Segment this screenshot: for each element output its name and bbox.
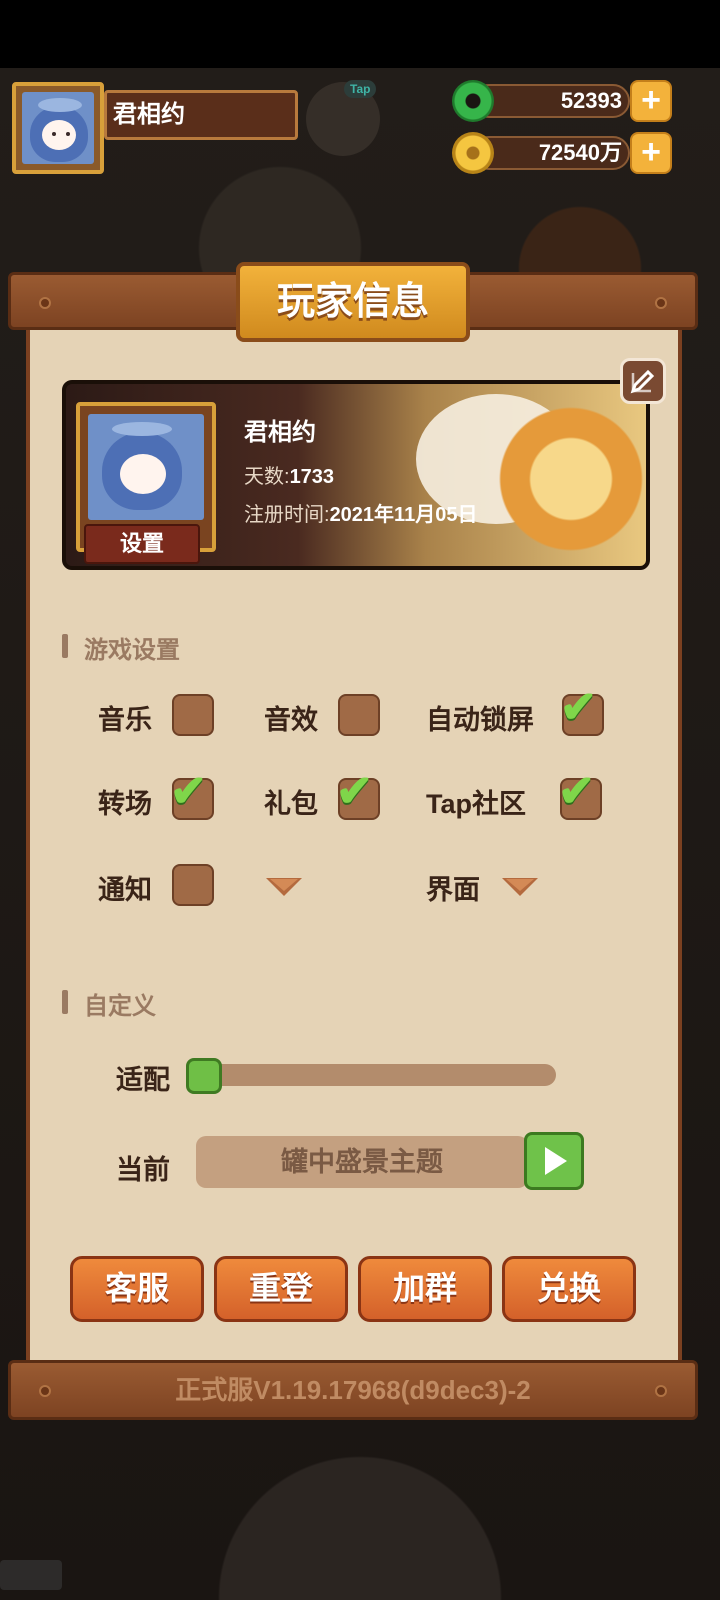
panel-footer-plank: 正式服V1.19.17968(d9dec3)-2 <box>8 1360 698 1420</box>
jade-amount: 52393 <box>560 88 622 113</box>
status-bar-area <box>0 0 720 68</box>
player-name: 君相约 <box>104 90 298 140</box>
play-icon[interactable] <box>524 1132 584 1190</box>
register-date: 2021年11月05日 <box>329 504 478 526</box>
coin-currency: 72540万 + <box>452 132 672 174</box>
days-value: 1733 <box>289 466 335 488</box>
player-avatar[interactable] <box>12 82 104 174</box>
redeem-button[interactable]: 兑换 <box>502 1256 636 1322</box>
game-settings-title: 游戏设置 <box>62 630 180 665</box>
fit-slider-track[interactable] <box>196 1064 556 1086</box>
notify-dropdown-icon[interactable] <box>266 878 302 896</box>
option-transition-label: 转场 <box>98 789 152 819</box>
notify-checkbox[interactable] <box>172 864 214 906</box>
join-group-button[interactable]: 加群 <box>358 1256 492 1322</box>
register-time: 注册时间:2021年11月05日 <box>244 504 478 526</box>
fit-label: 适配 <box>116 1065 170 1095</box>
avatar-image <box>22 92 94 164</box>
jade-icon <box>452 80 494 122</box>
option-music-label: 音乐 <box>98 705 152 735</box>
sfx-checkbox[interactable] <box>338 694 380 736</box>
card-player-name: 君相约 <box>244 419 316 446</box>
fit-slider-thumb[interactable] <box>186 1058 222 1094</box>
custom-title: 自定义 <box>62 986 156 1021</box>
transition-checkbox[interactable]: ✔ <box>170 767 214 820</box>
interface-dropdown-icon[interactable] <box>502 878 538 896</box>
avatar-settings-button[interactable]: 设置 <box>84 524 200 564</box>
relogin-button[interactable]: 重登 <box>214 1256 348 1322</box>
mooncake-illustration <box>496 404 646 554</box>
coin-amount: 72540万 <box>538 140 622 165</box>
jade-currency: 52393 + <box>452 80 672 122</box>
check-icon: ✔ <box>558 767 595 816</box>
current-label: 当前 <box>116 1155 170 1185</box>
option-sfx-label: 音效 <box>264 705 318 735</box>
option-tap-community-label: Tap社区 <box>426 789 526 819</box>
check-icon: ✔ <box>560 683 597 732</box>
version-label: 正式服V1.19.17968(d9dec3)-2 <box>175 1375 531 1405</box>
check-icon: ✔ <box>170 767 207 816</box>
option-notify-label: 通知 <box>98 875 152 905</box>
autolock-checkbox[interactable]: ✔ <box>560 683 604 736</box>
current-theme-field: 罐中盛景主题 <box>196 1136 528 1188</box>
coin-icon <box>452 132 494 174</box>
tap-tag: Tap <box>344 80 377 98</box>
option-giftpack-label: 礼包 <box>264 789 318 819</box>
check-icon: ✔ <box>336 767 373 816</box>
add-jade-button[interactable]: + <box>630 80 672 122</box>
edit-icon[interactable] <box>620 358 666 404</box>
days-played: 天数:1733 <box>244 466 335 488</box>
option-interface-label: 界面 <box>426 875 480 905</box>
corner-widget[interactable] <box>0 1560 62 1590</box>
option-autolock-label: 自动锁屏 <box>426 705 534 735</box>
giftpack-checkbox[interactable]: ✔ <box>336 767 380 820</box>
tap-community-checkbox[interactable]: ✔ <box>558 767 602 820</box>
panel-title: 玩家信息 <box>236 262 470 342</box>
customer-service-button[interactable]: 客服 <box>70 1256 204 1322</box>
music-checkbox[interactable] <box>172 694 214 736</box>
add-coin-button[interactable]: + <box>630 132 672 174</box>
